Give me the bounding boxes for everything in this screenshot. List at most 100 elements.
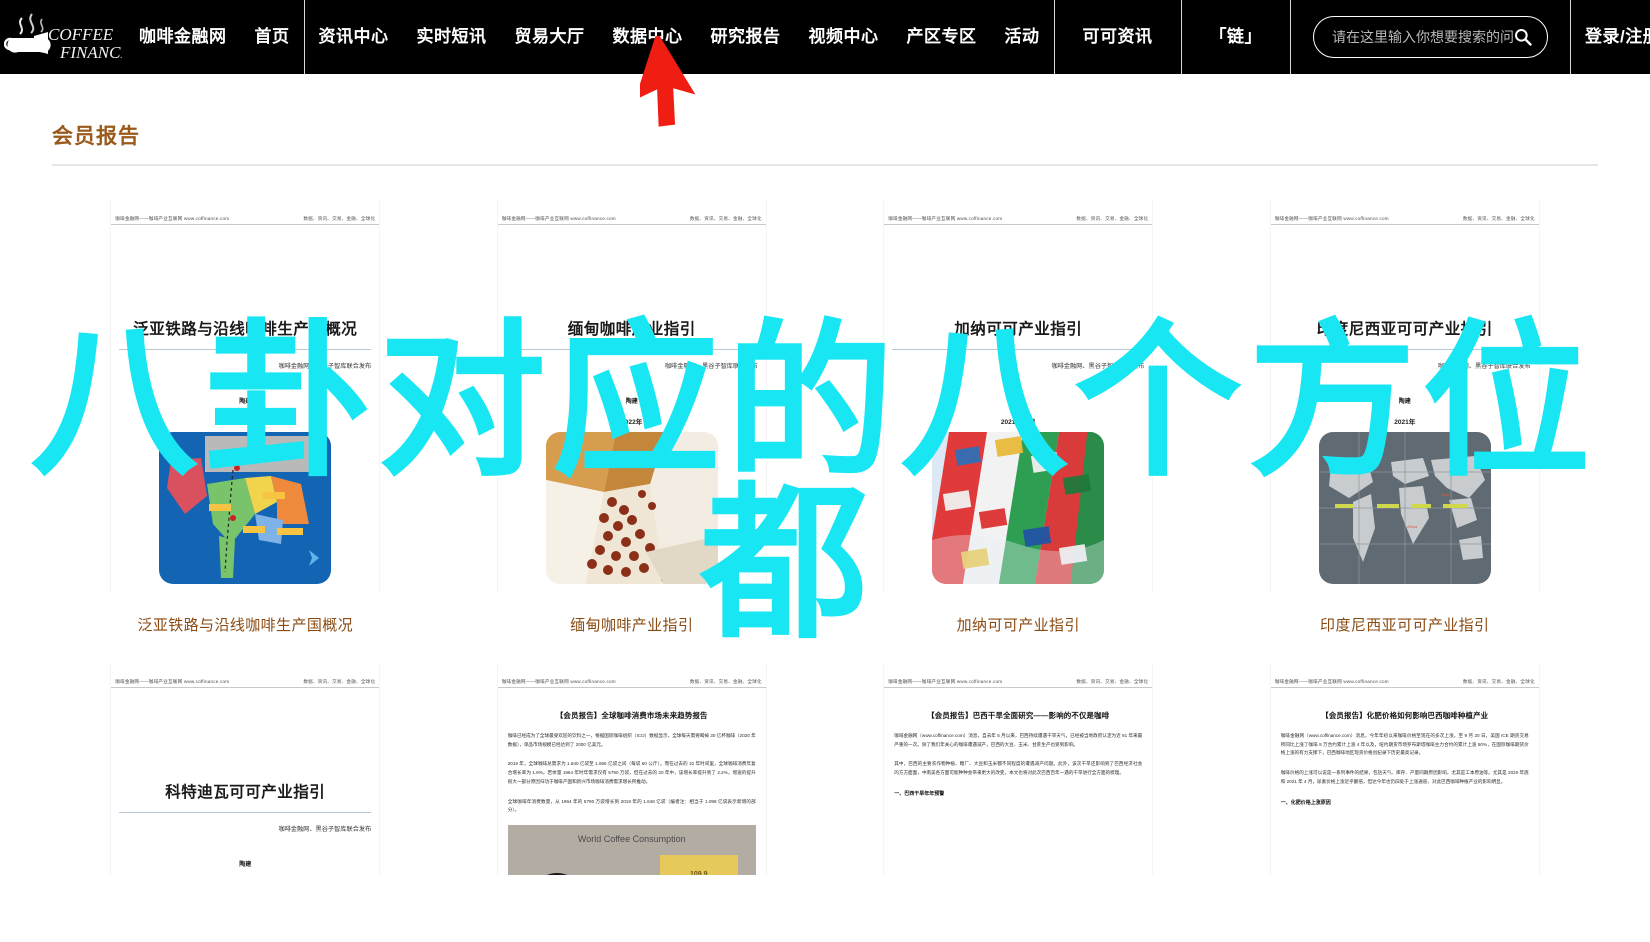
doc-header: 咖啡金融网——咖啡产业互联网 www.coffinance.com 数据、资讯、… [884,200,1153,225]
doc-header-left: 咖啡金融网——咖啡产业互联网 www.coffinance.com [501,679,616,684]
doc-date: 2021年10月 [1000,419,1036,426]
doc-header-right: 数据、资讯、交易、金融、全球化 [1076,216,1149,221]
doc-cover-image-world-map: Asia Africa [1318,432,1491,584]
doc-publisher: 咖啡金融网、黑谷子智库联合发布 [664,363,758,370]
page-root: COFFEE FINANCE 咖啡金融网 首页 资讯中心 实时短讯 贸易大厅 数… [0,0,1650,942]
login-register-link[interactable]: 登录/注册 [1571,0,1650,74]
logo-text-finance: FINANCE [59,43,122,62]
document-page: 咖啡金融网——咖啡产业互联网 www.coffinance.com 数据、资讯、… [497,663,766,875]
chart-title: World Coffee Consumption [577,834,686,845]
nav-item-home[interactable]: 首页 [241,0,304,74]
report-card[interactable]: 咖啡金融网——咖啡产业互联网 www.coffinance.com 数据、资讯、… [52,663,439,875]
document-page: 咖啡金融网——咖啡产业互联网 www.coffinance.com 数据、资讯、… [1270,663,1539,875]
doc-title: 缅甸咖啡产业指引 [567,321,696,338]
doc-cover-image-sea-map [159,432,332,584]
doc-header: 咖啡金融网——咖啡产业互联网 www.coffinance.com 数据、资讯、… [1270,200,1539,225]
doc-date: 2021年 [1394,419,1416,426]
report-thumbnail[interactable]: 咖啡金融网——咖啡产业互联网 www.coffinance.com 数据、资讯、… [452,200,811,592]
doc-author: 陶建 [1012,399,1025,405]
doc-title-underline [505,349,758,350]
report-thumbnail[interactable]: 咖啡金融网——咖啡产业互联网 www.coffinance.com 数据、资讯、… [66,200,425,592]
doc-section-heading: 一、化肥价格上涨原因 [1280,799,1331,806]
search-input[interactable] [1332,29,1513,45]
svg-text:Asia: Asia [1441,492,1450,497]
report-card[interactable]: 咖啡金融网——咖啡产业互联网 www.coffinance.com 数据、资讯、… [52,200,439,635]
report-card[interactable]: 咖啡金融网——咖啡产业互联网 www.coffinance.com 数据、资讯、… [439,663,826,875]
search-box[interactable] [1313,16,1548,58]
nav-item-events[interactable]: 活动 [991,0,1054,74]
nav-divider-2 [1053,0,1055,74]
main-content: 会员报告 咖啡金融网——咖啡产业互联网 www.coffinance.com 数… [0,74,1650,875]
report-card[interactable]: 咖啡金融网——咖啡产业互联网 www.coffinance.com 数据、资讯、… [439,200,826,635]
report-thumbnail[interactable]: 咖啡金融网——咖啡产业互联网 www.coffinance.com 数据、资讯、… [839,200,1198,592]
nav-divider-4 [1290,0,1291,74]
doc-header-right: 数据、资讯、交易、金融、全球化 [303,216,376,221]
nav-item-news-center[interactable]: 资讯中心 [305,0,403,74]
card-caption[interactable]: 加纳可可产业指引 [839,614,1198,635]
doc-section-heading: 一、巴西干旱年年预警 [894,790,945,797]
doc-header-right: 数据、资讯、交易、金融、全球化 [1076,679,1149,684]
card-caption[interactable]: 印度尼西亚可可产业指引 [1226,614,1585,635]
doc-title: 加纳可可产业指引 [954,321,1083,338]
report-card[interactable]: 咖啡金融网——咖啡产业互联网 www.coffinance.com 数据、资讯、… [1212,663,1599,875]
nav-brand-group: 咖啡金融网 首页 [125,0,304,74]
report-card[interactable]: 咖啡金融网——咖啡产业互联网 www.coffinance.com 数据、资讯、… [1212,200,1599,635]
doc-date: 2022年 [621,419,643,426]
mouse-cursor-arrow [634,31,720,141]
doc-header-left: 咖啡金融网——咖啡产业互联网 www.coffinance.com [501,216,616,221]
report-thumbnail[interactable]: 咖啡金融网——咖啡产业互联网 www.coffinance.com 数据、资讯、… [839,663,1198,875]
nav-divider-1 [303,0,305,74]
doc-cover-image-flags [932,432,1105,584]
nav-item-chain[interactable]: 「链」 [1182,0,1291,74]
doc-author: 陶建 [625,399,638,405]
coffee-cup-icon: COFFEE FINANCE [3,13,122,62]
doc-header: 咖啡金融网——咖啡产业互联网 www.coffinance.com 数据、资讯、… [1270,663,1539,688]
doc-publisher: 咖啡金融网、黑谷子智库联合发布 [278,363,372,370]
card-caption[interactable]: 缅甸咖啡产业指引 [453,614,812,635]
nav-divider-5 [1570,0,1571,74]
report-card[interactable]: 咖啡金融网——咖啡产业互联网 www.coffinance.com 数据、资讯、… [825,200,1212,635]
section-header: 会员报告 [52,74,1598,166]
document-cover: 咖啡金融网——咖啡产业互联网 www.coffinance.com 数据、资讯、… [1270,200,1539,592]
doc-title: 泛亚铁路与沿线咖啡生产国概况 [133,321,358,338]
nav-item-trade-hall[interactable]: 贸易大厅 [501,0,599,74]
report-card[interactable]: 咖啡金融网——咖啡产业互联网 www.coffinance.com 数据、资讯、… [825,663,1212,875]
doc-publisher: 咖啡金融网、黑谷子智库联合发布 [1437,363,1531,370]
doc-header-right: 数据、资讯、交易、金融、全球化 [1462,216,1535,221]
doc-author: 陶建 [239,399,252,405]
doc-header-left: 咖啡金融网——咖啡产业互联网 www.coffinance.com [115,679,230,684]
report-thumbnail[interactable]: 咖啡金融网——咖啡产业互联网 www.coffinance.com 数据、资讯、… [1225,200,1584,592]
report-thumbnail[interactable]: 咖啡金融网——咖啡产业互联网 www.coffinance.com 数据、资讯、… [1225,663,1584,875]
doc-header: 咖啡金融网——咖啡产业互联网 www.coffinance.com 数据、资讯、… [497,663,766,688]
site-logo[interactable]: COFFEE FINANCE [0,0,125,74]
doc-header: 咖啡金融网——咖啡产业互联网 www.coffinance.com 数据、资讯、… [497,200,766,225]
document-cover: 咖啡金融网——咖啡产业互联网 www.coffinance.com 数据、资讯、… [111,200,380,592]
report-thumbnail[interactable]: 咖啡金融网——咖啡产业互联网 www.coffinance.com 数据、资讯、… [66,663,425,875]
doc-header-left: 咖啡金融网——咖啡产业互联网 www.coffinance.com [115,216,230,221]
card-caption[interactable]: 泛亚铁路与沿线咖啡生产国概况 [66,614,425,635]
doc-title: 【会员报告】化肥价格如何影响巴西咖啡种植产业 [1321,711,1489,720]
doc-title-underline [892,349,1145,350]
doc-title-underline [119,812,372,813]
doc-header-left: 咖啡金融网——咖啡产业互联网 www.coffinance.com [1274,216,1389,221]
doc-paragraph: 其中，巴西的主要农作物种植、糖厂、大豆和玉米都不同程度的遭遇减产问题。此外，该次… [894,761,1143,776]
doc-publisher: 咖啡金融网、黑谷子智库联合发布 [1051,363,1145,370]
nav-item-coffee-finance[interactable]: 咖啡金融网 [125,0,241,74]
nav-item-video-center[interactable]: 视频中心 [795,0,893,74]
report-thumbnail[interactable]: 咖啡金融网——咖啡产业互联网 www.coffinance.com 数据、资讯、… [452,663,811,875]
search-icon[interactable] [1513,27,1533,47]
doc-paragraph: 咖啡金融网（www.coffinance.com）消息，自去年 5 月以来，巴西… [894,733,1143,747]
reports-grid: 咖啡金融网——咖啡产业互联网 www.coffinance.com 数据、资讯、… [52,200,1598,875]
chart-circle-decoration [529,873,584,875]
doc-title: 科特迪瓦可可产业指引 [165,784,326,801]
doc-publisher: 咖啡金融网、黑谷子智库联合发布 [278,826,372,833]
nav-item-cocoa-news[interactable]: 可可资讯 [1055,0,1181,74]
title-divider [52,164,1598,166]
doc-header-left: 咖啡金融网——咖啡产业互联网 www.coffinance.com [888,216,1003,221]
document-cover: 咖啡金融网——咖啡产业互联网 www.coffinance.com 数据、资讯、… [497,200,766,592]
nav-item-realtime-news[interactable]: 实时短讯 [403,0,501,74]
doc-paragraph: 全球咖啡年消费数量，从 1964 年的 5790 万袋增长到 2019 年的 1… [507,798,756,813]
doc-header-right: 数据、资讯、交易、金融、全球化 [303,679,376,684]
nav-item-producing-regions[interactable]: 产区专区 [893,0,991,74]
doc-header: 咖啡金融网——咖啡产业互联网 www.coffinance.com 数据、资讯、… [111,663,380,688]
